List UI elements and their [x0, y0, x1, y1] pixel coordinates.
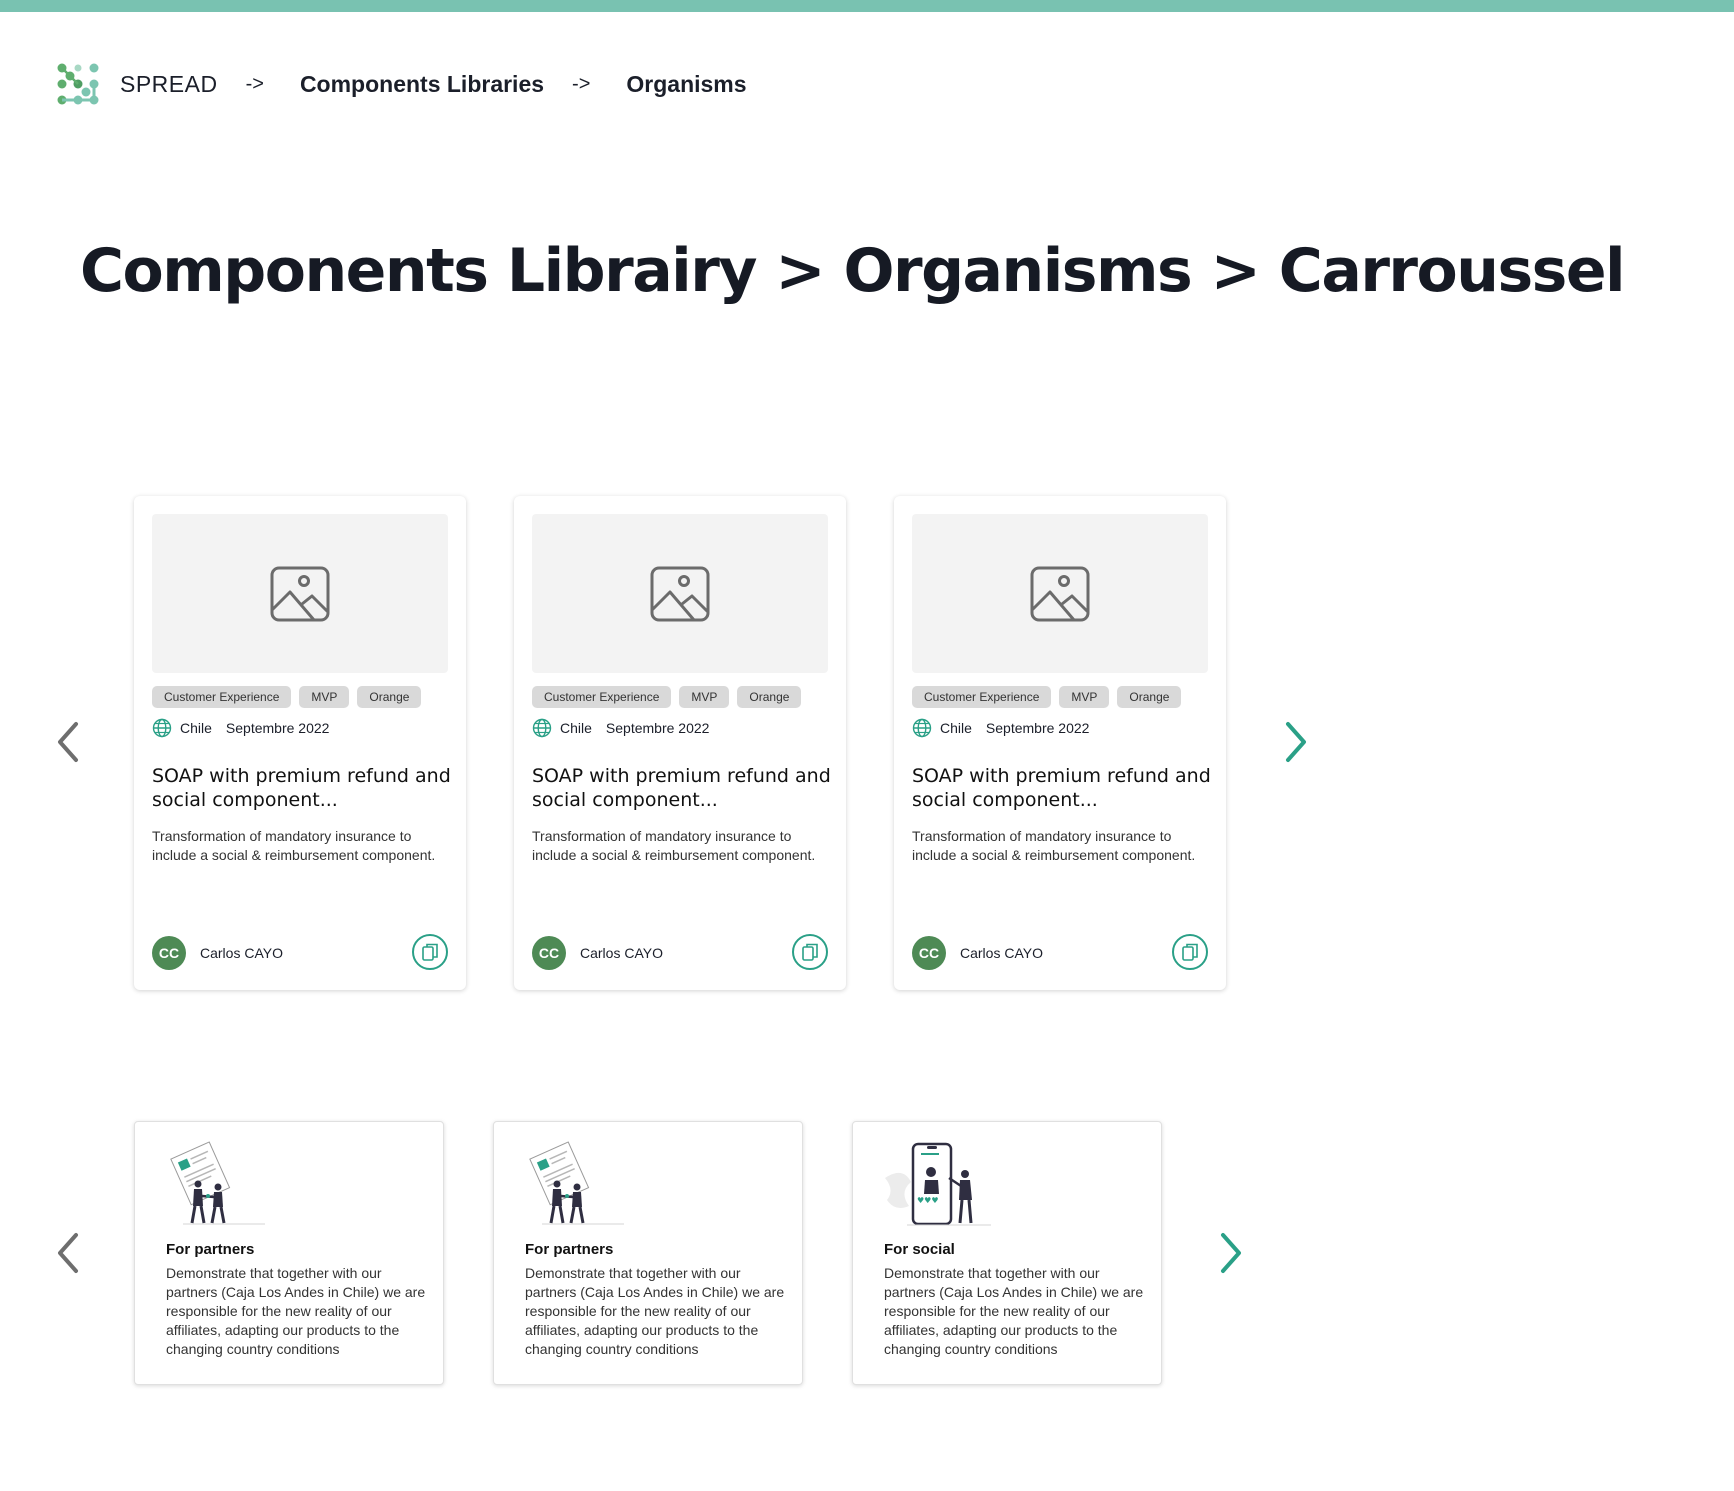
date-label: Septembre 2022: [225, 720, 330, 736]
author-name: Carlos CAYO: [200, 945, 283, 961]
copy-icon: [421, 942, 439, 962]
partners-handshake-illustration: [165, 1140, 275, 1228]
country-label: Chile: [180, 720, 212, 736]
card-meta: Chile Septembre 2022: [532, 718, 709, 738]
tag-list: Customer Experience MVP Orange: [152, 686, 422, 708]
carousel-2-prev-button[interactable]: [50, 1229, 86, 1277]
benefit-title: For partners: [166, 1241, 255, 1258]
tag[interactable]: Orange: [357, 686, 422, 708]
tag[interactable]: Customer Experience: [912, 686, 1052, 708]
project-card[interactable]: Customer Experience MVP Orange Chile Sep…: [134, 496, 466, 990]
benefit-text: Demonstrate that together with our partn…: [525, 1265, 785, 1357]
tag[interactable]: MVP: [679, 686, 730, 708]
image-placeholder-icon: [1030, 566, 1090, 622]
avatar[interactable]: CC: [152, 936, 186, 970]
image-placeholder: [152, 514, 448, 673]
chevron-right-icon: [1286, 722, 1306, 762]
author-name: Carlos CAYO: [580, 945, 663, 961]
benefit-text: Demonstrate that together with our partn…: [884, 1265, 1144, 1357]
avatar[interactable]: CC: [912, 936, 946, 970]
spread-logo-icon[interactable]: [56, 62, 100, 106]
project-card[interactable]: Customer Experience MVP Orange Chile Sep…: [514, 496, 846, 990]
chevron-left-icon: [58, 1233, 78, 1273]
date-label: Septembre 2022: [605, 720, 710, 736]
benefit-card[interactable]: For social Demonstrate that together wit…: [852, 1121, 1162, 1385]
image-placeholder-icon: [270, 566, 330, 622]
globe-icon: [532, 718, 552, 738]
avatar[interactable]: CC: [532, 936, 566, 970]
country-label: Chile: [560, 720, 592, 736]
tag-list: Customer Experience MVP Orange: [912, 686, 1182, 708]
breadcrumb-components-libraries[interactable]: Components Libraries: [300, 71, 544, 98]
copy-icon: [1181, 942, 1199, 962]
tag[interactable]: Customer Experience: [152, 686, 292, 708]
tag[interactable]: Orange: [1117, 686, 1182, 708]
benefit-title: For partners: [525, 1241, 614, 1258]
author-name: Carlos CAYO: [960, 945, 1043, 961]
date-label: Septembre 2022: [985, 720, 1090, 736]
benefit-title: For social: [884, 1241, 955, 1258]
chevron-left-icon: [58, 722, 78, 762]
breadcrumb-organisms[interactable]: Organisms: [626, 71, 746, 98]
partners-handshake-illustration: [524, 1140, 634, 1228]
benefit-card[interactable]: For partners Demonstrate that together w…: [493, 1121, 803, 1385]
card-description: Transformation of mandatory insurance to…: [532, 828, 816, 863]
benefit-card[interactable]: For partners Demonstrate that together w…: [134, 1121, 444, 1385]
project-card[interactable]: Customer Experience MVP Orange Chile Sep…: [894, 496, 1226, 990]
copy-button[interactable]: [412, 934, 448, 970]
card-title[interactable]: SOAP with premium refund and social comp…: [532, 764, 832, 812]
breadcrumb-separator: ->: [245, 72, 264, 95]
card-title[interactable]: SOAP with premium refund and social comp…: [152, 764, 452, 812]
page-title: Components Librairy > Organisms > Carrou…: [80, 236, 1626, 306]
brand-name[interactable]: SPREAD: [120, 71, 218, 98]
copy-button[interactable]: [792, 934, 828, 970]
breadcrumb-separator: ->: [572, 72, 591, 95]
author: CC Carlos CAYO: [912, 936, 1043, 970]
card-title[interactable]: SOAP with premium refund and social comp…: [912, 764, 1212, 812]
author: CC Carlos CAYO: [152, 936, 283, 970]
globe-icon: [152, 718, 172, 738]
tag[interactable]: Orange: [737, 686, 802, 708]
image-placeholder: [532, 514, 828, 673]
tag[interactable]: Customer Experience: [532, 686, 672, 708]
copy-button[interactable]: [1172, 934, 1208, 970]
image-placeholder-icon: [650, 566, 710, 622]
image-placeholder: [912, 514, 1208, 673]
carousel-1-prev-button[interactable]: [50, 718, 86, 766]
card-description: Transformation of mandatory insurance to…: [152, 828, 436, 863]
benefit-text: Demonstrate that together with our partn…: [166, 1265, 426, 1357]
tag-list: Customer Experience MVP Orange: [532, 686, 802, 708]
tag[interactable]: MVP: [299, 686, 350, 708]
chevron-right-icon: [1221, 1233, 1241, 1273]
social-phone-illustration: [883, 1140, 993, 1228]
carousel-2-next-button[interactable]: [1213, 1229, 1249, 1277]
carousel-1-next-button[interactable]: [1278, 718, 1314, 766]
copy-icon: [801, 942, 819, 962]
card-meta: Chile Septembre 2022: [152, 718, 329, 738]
tag[interactable]: MVP: [1059, 686, 1110, 708]
card-meta: Chile Septembre 2022: [912, 718, 1089, 738]
breadcrumb: SPREAD -> Components Libraries -> Organi…: [56, 62, 747, 106]
top-accent-bar: [0, 0, 1734, 12]
card-description: Transformation of mandatory insurance to…: [912, 828, 1196, 863]
country-label: Chile: [940, 720, 972, 736]
author: CC Carlos CAYO: [532, 936, 663, 970]
globe-icon: [912, 718, 932, 738]
